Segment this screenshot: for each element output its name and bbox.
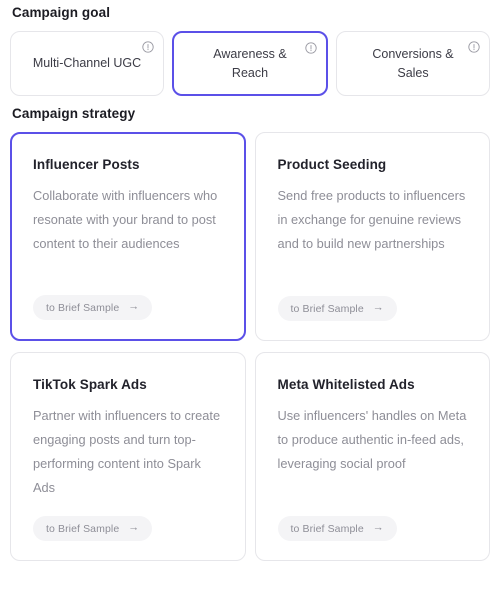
to-brief-sample-label: to Brief Sample xyxy=(46,522,120,535)
info-circle-icon[interactable] xyxy=(142,41,154,53)
to-brief-sample-button[interactable]: to Brief Sample → xyxy=(33,516,153,541)
goal-tab-label: Multi-Channel UGC xyxy=(32,56,142,70)
campaign-setup-panel: Campaign goal Multi-Channel UGC Awarenes… xyxy=(0,0,500,595)
to-brief-sample-label: to Brief Sample xyxy=(290,302,364,315)
goal-tab-multi-channel-ugc[interactable]: Multi-Channel UGC xyxy=(10,31,164,96)
strategy-card-title: Product Seeding xyxy=(277,157,387,172)
strategy-card-influencer-posts[interactable]: Influencer Posts Collaborate with influe… xyxy=(10,132,246,341)
arrow-right-icon: → xyxy=(128,521,140,534)
goal-tab-label: Awareness & Reach xyxy=(213,46,287,80)
goal-tab-awareness-reach[interactable]: Awareness & Reach xyxy=(172,31,328,96)
info-circle-icon[interactable] xyxy=(468,41,480,53)
arrow-right-icon: → xyxy=(372,521,384,534)
to-brief-sample-button[interactable]: to Brief Sample → xyxy=(277,516,397,541)
campaign-goal-heading: Campaign goal xyxy=(12,5,111,20)
strategy-card-description: Partner with influencers to create engag… xyxy=(33,408,221,495)
campaign-goal-tabs: Multi-Channel UGC Awareness & Reach Conv… xyxy=(10,31,490,96)
to-brief-sample-button[interactable]: to Brief Sample → xyxy=(277,296,397,321)
strategy-card-product-seeding[interactable]: Product Seeding Send free products to in… xyxy=(254,132,490,341)
strategy-card-title: Meta Whitelisted Ads xyxy=(277,377,415,392)
goal-tab-label: Conversions & Sales xyxy=(372,46,454,80)
arrow-right-icon: → xyxy=(128,300,140,313)
strategy-card-meta-whitelisted-ads[interactable]: Meta Whitelisted Ads Use influencers' ha… xyxy=(254,352,490,561)
arrow-right-icon: → xyxy=(372,301,384,314)
strategy-card-description: Collaborate with influencers who resonat… xyxy=(33,188,218,251)
campaign-strategy-heading: Campaign strategy xyxy=(12,106,136,121)
strategy-card-title: Influencer Posts xyxy=(33,157,140,172)
strategy-card-title: TikTok Spark Ads xyxy=(33,377,147,392)
strategy-card-description: Send free products to influencers in exc… xyxy=(277,188,466,251)
to-brief-sample-button[interactable]: to Brief Sample → xyxy=(33,295,153,320)
to-brief-sample-label: to Brief Sample xyxy=(290,522,364,535)
info-circle-icon[interactable] xyxy=(305,42,317,54)
strategy-card-description: Use influencers' handles on Meta to prod… xyxy=(277,408,467,471)
campaign-strategy-grid: Influencer Posts Collaborate with influe… xyxy=(10,132,490,561)
goal-tab-conversions-sales[interactable]: Conversions & Sales xyxy=(336,31,490,96)
strategy-card-tiktok-spark-ads[interactable]: TikTok Spark Ads Partner with influencer… xyxy=(10,352,246,561)
to-brief-sample-label: to Brief Sample xyxy=(46,301,120,314)
